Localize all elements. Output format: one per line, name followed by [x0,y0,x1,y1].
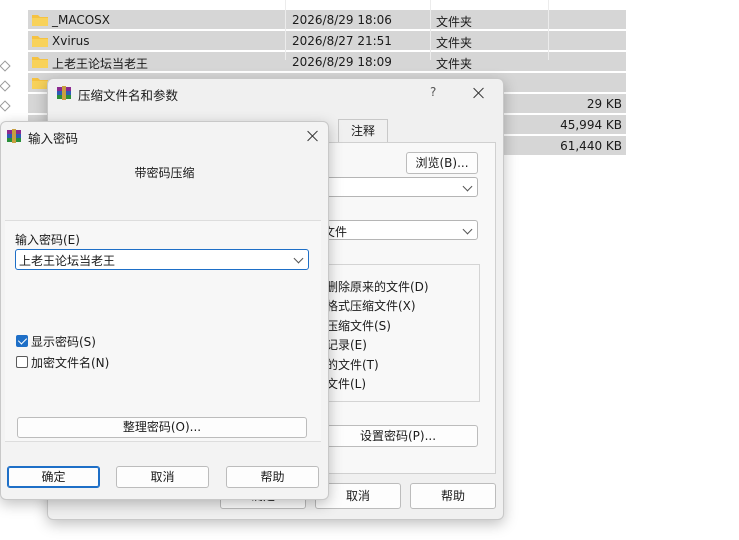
file-date: 2026/8/27 21:51 [292,34,392,48]
password-dialog-titlebar[interactable]: 输入密码 [1,122,328,150]
file-date: 2026/8/29 18:09 [292,55,392,69]
nav-pins [0,60,11,120]
tab-comment[interactable]: 注释 [338,119,388,143]
password-help-button[interactable]: 帮助 [226,466,319,488]
password-dialog: 输入密码 带密码压缩 输入密码(E) 上老王论坛当老王 显示密码(S) 加密文件… [0,121,329,500]
password-input[interactable]: 上老王论坛当老王 [15,249,309,270]
set-password-button[interactable]: 设置密码(P)... [318,425,478,447]
folder-icon [32,15,48,26]
file-row[interactable]: 上老王论坛当老王 2026/8/29 18:09 文件夹 [28,52,626,72]
column-divider [430,0,431,60]
chevron-down-icon [462,224,473,235]
help-icon[interactable]: ? [430,85,436,99]
encrypt-filenames-label[interactable]: 加密文件名(N) [31,354,109,371]
file-name: 上老王论坛当老王 [52,57,149,71]
column-divider [548,0,549,60]
file-name: _MACOSX [52,13,111,27]
password-cancel-button[interactable]: 取消 [116,466,209,488]
close-icon[interactable] [307,130,319,142]
chevron-down-icon [462,181,473,192]
tab-comment-label: 注释 [350,124,375,138]
pin-icon [0,100,11,112]
show-password-label[interactable]: 显示密码(S) [31,333,96,350]
option-sfx[interactable]: 格式压缩文件(X) [326,297,416,314]
browse-button[interactable]: 浏览(B)... [406,152,478,174]
update-mode-select[interactable]: 文件 [318,220,478,240]
archive-dialog-titlebar[interactable]: 压缩文件名和参数 ? [48,79,503,107]
folder-icon [32,36,48,47]
option-lock[interactable]: 文件(L) [326,375,366,392]
password-label: 输入密码(E) [15,233,80,247]
file-type: 文件夹 [436,57,473,71]
encrypt-filenames-checkbox[interactable] [16,356,28,368]
option-delete-files[interactable]: 删除原来的文件(D) [326,278,429,295]
file-row[interactable]: Xvirus 2026/8/27 21:51 文件夹 [28,31,626,51]
file-size: 61,440 KB [560,139,622,153]
column-divider [285,0,286,60]
password-panel: 输入密码(E) 上老王论坛当老王 显示密码(S) 加密文件名(N) 整理密码(O… [5,220,321,442]
winrar-icon [7,129,21,143]
file-type: 文件夹 [436,15,473,29]
pin-icon [0,80,11,92]
file-size: 45,994 KB [560,118,622,132]
file-type: 文件夹 [436,36,473,50]
file-name: Xvirus [52,34,90,48]
file-row[interactable]: _MACOSX 2026/8/29 18:06 文件夹 [28,10,626,30]
archive-help-button[interactable]: 帮助 [410,483,496,509]
password-ok-button[interactable]: 确定 [7,466,100,488]
option-recovery[interactable]: 记录(E) [326,336,367,353]
option-test[interactable]: 的文件(T) [326,356,379,373]
password-value: 上老王论坛当老王 [19,254,116,268]
archive-dialog-title: 压缩文件名和参数 [78,88,179,103]
folder-icon [32,78,48,89]
pin-icon [0,60,11,72]
file-date: 2026/8/29 18:06 [292,13,392,27]
password-dialog-title: 输入密码 [28,131,79,146]
file-size: 29 KB [586,97,622,111]
password-dialog-subtitle: 带密码压缩 [134,166,195,180]
winrar-icon [57,86,71,100]
option-solid[interactable]: 压缩文件(S) [326,317,391,334]
close-icon[interactable] [473,87,485,99]
show-password-checkbox[interactable] [16,335,28,347]
archive-name-select[interactable] [318,177,478,197]
archive-options-group: 删除原来的文件(D) 格式压缩文件(X) 压缩文件(S) 记录(E) 的文件(T… [318,264,480,402]
organize-passwords-button[interactable]: 整理密码(O)... [17,417,307,438]
chevron-down-icon[interactable] [293,253,304,264]
folder-icon [32,57,48,68]
